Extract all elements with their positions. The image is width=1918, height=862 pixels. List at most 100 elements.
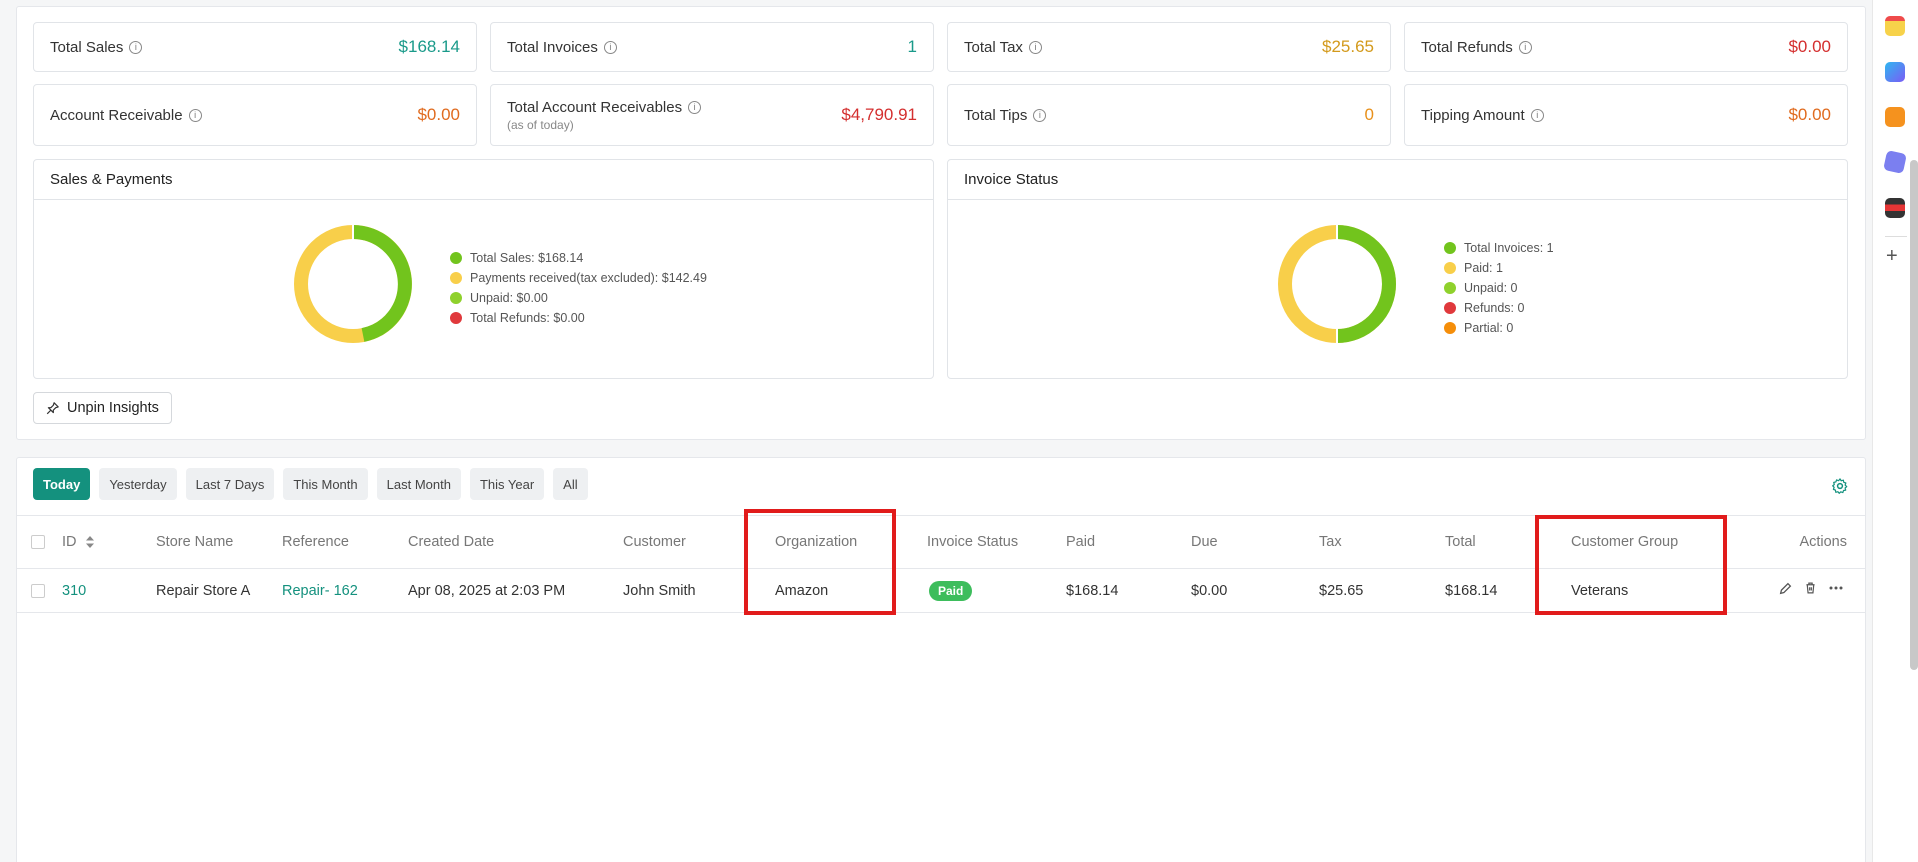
legend-label: Unpaid: $0.00 bbox=[470, 291, 548, 305]
legend-dot bbox=[450, 312, 462, 324]
stat-total-account-receivables: Total Account Receivables (as of today) i … bbox=[490, 84, 934, 146]
stat-total-invoices: Total Invoices i 1 bbox=[490, 22, 934, 72]
filter-last-month[interactable]: Last Month bbox=[376, 468, 461, 500]
info-icon[interactable]: i bbox=[688, 100, 702, 114]
more-options-icon[interactable] bbox=[1829, 585, 1843, 591]
stat-value: 1 bbox=[907, 37, 917, 56]
stat-label: Total Sales bbox=[50, 38, 124, 56]
legend-label: Total Refunds: $0.00 bbox=[470, 311, 585, 325]
pin-icon bbox=[46, 401, 59, 414]
shape-app-icon[interactable] bbox=[1883, 150, 1907, 174]
extension-sidebar: + bbox=[1872, 0, 1918, 862]
stat-total-tips: Total Tips i 0 bbox=[947, 84, 1391, 146]
column-reference: Reference bbox=[282, 534, 349, 550]
filter-this-year[interactable]: This Year bbox=[469, 468, 545, 500]
donut-segment-total bbox=[1336, 225, 1396, 343]
delete-trash-icon[interactable] bbox=[1804, 581, 1817, 595]
tax-cell: $25.65 bbox=[1319, 582, 1364, 599]
column-store-name: Store Name bbox=[156, 534, 234, 550]
legend-label: Total Sales: $168.14 bbox=[470, 251, 584, 265]
stat-sublabel: (as of today) bbox=[507, 117, 574, 132]
card-title: Sales & Payments bbox=[34, 160, 933, 200]
store-name-cell: Repair Store A bbox=[156, 582, 251, 599]
info-icon[interactable]: i bbox=[1028, 40, 1042, 54]
legend-item: Refunds: 0 bbox=[1444, 298, 1554, 318]
select-all-checkbox[interactable] bbox=[31, 535, 45, 549]
legend-dot bbox=[450, 252, 462, 264]
legend-label: Partial: 0 bbox=[1464, 321, 1514, 335]
info-icon[interactable]: i bbox=[603, 40, 617, 54]
filter-this-month[interactable]: This Month bbox=[283, 468, 368, 500]
info-icon[interactable]: i bbox=[188, 108, 202, 122]
legend-item: Total Refunds: $0.00 bbox=[450, 308, 707, 328]
insights-panel: Total Sales i $168.14 Total Invoices i 1 T… bbox=[16, 6, 1866, 440]
legend-label: Unpaid: 0 bbox=[1464, 281, 1518, 295]
chat-app-icon[interactable] bbox=[1885, 62, 1905, 82]
page: Total Sales i $168.14 Total Invoices i 1 T… bbox=[0, 0, 1918, 862]
settings-gear-icon[interactable] bbox=[1831, 477, 1849, 495]
customer-cell: John Smith bbox=[623, 582, 696, 599]
legend-dot bbox=[450, 292, 462, 304]
sales-payments-card: Sales & Payments Total Sales: $168.14 Pa… bbox=[33, 159, 934, 379]
invoice-legend: Total Invoices: 1 Paid: 1 Unpaid: 0 Refu… bbox=[1444, 238, 1554, 338]
stat-label: Total Tax bbox=[964, 38, 1023, 56]
column-total: Total bbox=[1445, 534, 1476, 550]
filter-today[interactable]: Today bbox=[33, 468, 91, 500]
row-checkbox[interactable] bbox=[31, 583, 45, 598]
paid-cell: $168.14 bbox=[1066, 582, 1119, 599]
invoice-status-card: Invoice Status Total Invoices: 1 Paid: 1… bbox=[947, 159, 1848, 379]
legend-dot bbox=[1444, 302, 1456, 314]
unpin-insights-button[interactable]: Unpin Insights bbox=[33, 392, 172, 424]
stat-value: $168.14 bbox=[398, 37, 460, 56]
filter-last-7-days[interactable]: Last 7 Days bbox=[185, 468, 275, 500]
scrollbar[interactable] bbox=[1910, 160, 1918, 670]
created-date-cell: Apr 08, 2025 at 2:03 PM bbox=[408, 582, 566, 599]
legend-label: Refunds: 0 bbox=[1464, 301, 1525, 315]
filter-all[interactable]: All bbox=[553, 468, 588, 500]
date-filter-bar: Today Yesterday Last 7 Days This Month L… bbox=[33, 468, 588, 500]
column-created-date: Created Date bbox=[408, 534, 495, 550]
stat-value: $0.00 bbox=[417, 105, 460, 124]
stat-value: $4,790.91 bbox=[841, 105, 917, 124]
reference-link[interactable]: Repair- 162 bbox=[282, 583, 358, 599]
customer-group-highlight-box bbox=[1535, 515, 1727, 615]
stat-label: Total Refunds bbox=[1421, 38, 1513, 56]
due-cell: $0.00 bbox=[1191, 582, 1228, 599]
add-icon[interactable]: + bbox=[1886, 246, 1898, 266]
info-icon[interactable]: i bbox=[1530, 108, 1544, 122]
legend-label: Paid: 1 bbox=[1464, 261, 1503, 275]
sales-legend: Total Sales: $168.14 Payments received(t… bbox=[450, 248, 707, 328]
column-id[interactable]: ID bbox=[62, 534, 95, 550]
legend-item: Unpaid: $0.00 bbox=[450, 288, 707, 308]
legend-item: Unpaid: 0 bbox=[1444, 278, 1554, 298]
legend-dot bbox=[1444, 282, 1456, 294]
legend-dot bbox=[1444, 322, 1456, 334]
stat-label: Total Invoices bbox=[507, 38, 598, 56]
sort-icon bbox=[85, 536, 94, 548]
organization-highlight-box bbox=[744, 509, 896, 615]
stat-label: Total Tips bbox=[964, 106, 1028, 124]
legend-item: Total Sales: $168.14 bbox=[450, 248, 707, 268]
invoice-id-link[interactable]: 310 bbox=[62, 583, 86, 599]
column-actions: Actions bbox=[1799, 534, 1847, 550]
edit-pencil-icon[interactable] bbox=[1779, 582, 1792, 595]
unpin-label: Unpin Insights bbox=[67, 400, 159, 416]
filter-yesterday[interactable]: Yesterday bbox=[99, 468, 177, 500]
column-tax: Tax bbox=[1319, 534, 1342, 550]
donut-segment-sales bbox=[352, 225, 412, 342]
info-icon[interactable]: i bbox=[1518, 40, 1532, 54]
column-invoice-status: Invoice Status bbox=[927, 534, 1019, 550]
legend-item: Partial: 0 bbox=[1444, 318, 1554, 338]
notes-app-icon[interactable] bbox=[1885, 107, 1905, 127]
info-icon[interactable]: i bbox=[129, 40, 143, 54]
legend-label: Payments received(tax excluded): $142.49 bbox=[470, 271, 707, 285]
stat-account-receivable: Account Receivable i $0.00 bbox=[33, 84, 477, 146]
stat-value: $0.00 bbox=[1788, 37, 1831, 56]
gift-icon[interactable] bbox=[1885, 16, 1905, 36]
info-icon[interactable]: i bbox=[1033, 108, 1047, 122]
stat-label: Tipping Amount bbox=[1421, 106, 1525, 124]
row-actions bbox=[1779, 581, 1843, 595]
column-due: Due bbox=[1191, 534, 1218, 550]
stack-app-icon[interactable] bbox=[1885, 198, 1905, 218]
invoice-donut-chart bbox=[1278, 224, 1396, 344]
